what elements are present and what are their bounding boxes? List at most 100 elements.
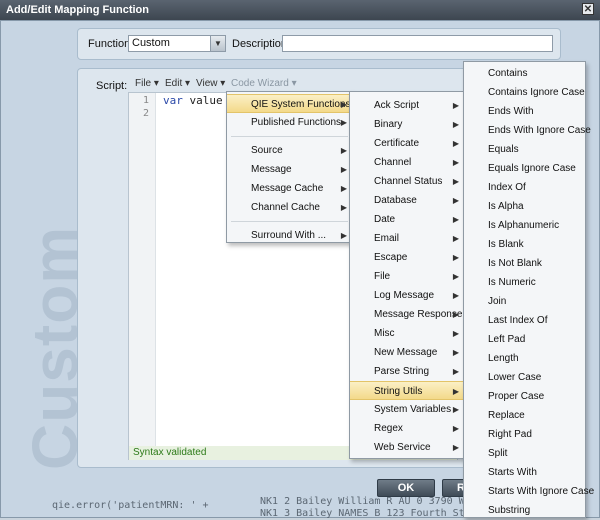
menu-item-binary[interactable]: Binary ▶ [350,115,464,134]
menu-item-date[interactable]: Date ▶ [350,210,464,229]
menu-item-label: Escape [374,252,408,263]
menu-item-qie-system-functions[interactable]: QIE System Functions ▶ [227,94,352,113]
menu-item-parse-string[interactable]: Parse String ▶ [350,362,464,381]
menu-item-lower-case[interactable]: Lower Case [464,368,585,387]
menu-item-label: File [374,271,391,282]
menu-item-escape[interactable]: Escape ▶ [350,248,464,267]
function-select[interactable]: Custom ▼ [128,35,226,52]
menu-item-is-not-blank[interactable]: Is Not Blank [464,254,585,273]
menu-item-last-index-of[interactable]: Last Index Of [464,311,585,330]
menu-item-label: Channel [374,157,412,168]
menu-item-label: Equals [488,144,519,155]
description-input[interactable] [282,35,553,52]
menu-item-ends-with[interactable]: Ends With [464,102,585,121]
menu-item-misc[interactable]: Misc ▶ [350,324,464,343]
menu-item-channel-cache[interactable]: Channel Cache ▶ [227,198,352,217]
menu-item-file[interactable]: File ▶ [350,267,464,286]
menu-item-label: Ends With Ignore Case [488,125,591,136]
menu-item-label: Is Blank [488,239,524,250]
menu-item-starts-with-ignore-case[interactable]: Starts With Ignore Case [464,482,594,501]
menu-item-label: QIE System Functions [251,99,351,110]
menu-item-label: Message [251,164,292,175]
menu-item-database[interactable]: Database ▶ [350,191,464,210]
menu-item-message-response[interactable]: Message Response ▶ [350,305,464,324]
menu-item-label: Is Alphanumeric [488,220,560,231]
menu-item-channel[interactable]: Channel ▶ [350,153,464,172]
submenu-arrow-icon: ▶ [452,120,459,129]
ok-button[interactable]: OK [377,479,435,497]
line-gutter: 1 2 [129,93,156,459]
menu-item-certificate[interactable]: Certificate ▶ [350,134,464,153]
menu-item-label: Is Alpha [488,201,524,212]
close-icon[interactable]: ✕ [582,3,594,15]
menu-item-ends-with-ignore-case[interactable]: Ends With Ignore Case [464,121,591,140]
string-utils-menu: Contains Contains Ignore Case Ends With End… [463,61,594,520]
menu-item-is-alpha[interactable]: Is Alpha [464,197,585,216]
menu-item-label: Parse String [374,366,430,377]
menu-item-label: Left Pad [488,334,526,345]
editor-menu-edit[interactable]: Edit ▾ [165,78,190,89]
menu-item-surround-with[interactable]: Surround With ... ▶ [227,226,352,245]
menu-item-label: Right Pad [488,429,532,440]
menu-item-regex[interactable]: Regex ▶ [350,419,464,438]
menu-item-message-cache[interactable]: Message Cache ▶ [227,179,352,198]
menu-item-email[interactable]: Email ▶ [350,229,464,248]
menu-item-join[interactable]: Join [464,292,585,311]
menu-item-contains-ignore-case[interactable]: Contains Ignore Case [464,83,585,102]
menu-item-string-utils[interactable]: String Utils ▶ [350,381,464,400]
submenu-arrow-icon: ▶ [452,348,459,357]
menu-item-equals-ignore-case[interactable]: Equals Ignore Case [464,159,585,178]
menu-item-proper-case[interactable]: Proper Case [464,387,585,406]
menu-item-new-message[interactable]: New Message ▶ [350,343,464,362]
editor-menu-file[interactable]: File ▾ [135,78,159,89]
submenu-arrow-icon: ▶ [452,443,459,452]
menu-item-length[interactable]: Length [464,349,585,368]
menu-item-equals[interactable]: Equals [464,140,585,159]
chevron-down-icon[interactable]: ▼ [210,36,225,51]
submenu-arrow-icon: ▶ [340,146,347,155]
menu-item-split[interactable]: Split [464,444,585,463]
menu-item-starts-with[interactable]: Starts With [464,463,585,482]
menu-item-is-blank[interactable]: Is Blank [464,235,585,254]
menu-item-is-numeric[interactable]: Is Numeric [464,273,585,292]
menu-item-right-pad[interactable]: Right Pad [464,425,585,444]
menu-item-channel-status[interactable]: Channel Status ▶ [350,172,464,191]
submenu-arrow-icon: ▶ [452,139,459,148]
menu-item-message[interactable]: Message ▶ [227,160,352,179]
submenu-arrow-icon: ▶ [452,405,459,414]
menu-item-label: Ends With [488,106,534,117]
script-label: Script: [96,80,128,92]
menu-item-label: Message Cache [251,183,324,194]
menu-item-contains[interactable]: Contains [464,64,585,83]
submenu-arrow-icon: ▶ [452,253,459,262]
editor-menu-view[interactable]: View ▾ [196,78,225,89]
menu-item-left-pad[interactable]: Left Pad [464,330,585,349]
submenu-arrow-icon: ▶ [340,165,347,174]
menu-item-system-variables[interactable]: System Variables ▶ [350,400,464,419]
submenu-arrow-icon: ▶ [452,310,459,319]
submenu-arrow-icon: ▶ [452,196,459,205]
menu-item-label: Date [374,214,396,225]
menu-item-replace[interactable]: Replace [464,406,585,425]
menu-item-label: Binary [374,119,403,130]
menu-item-label: Lower Case [488,372,542,383]
menu-item-index-of[interactable]: Index Of [464,178,585,197]
submenu-arrow-icon: ▶ [452,158,459,167]
menu-item-label: Is Numeric [488,277,536,288]
submenu-arrow-icon: ▶ [340,203,347,212]
menu-item-published-functions[interactable]: Published Functions ▶ [227,113,352,132]
menu-item-ack-script[interactable]: Ack Script ▶ [350,96,464,115]
submenu-arrow-icon: ▶ [452,424,459,433]
menu-item-log-message[interactable]: Log Message ▶ [350,286,464,305]
menu-item-source[interactable]: Source ▶ [227,141,352,160]
menu-item-label: Email [374,233,400,244]
menu-item-is-alphanumeric[interactable]: Is Alphanumeric [464,216,585,235]
editor-menu-code-wizard[interactable]: Code Wizard ▾ [231,78,297,89]
menu-item-web-service[interactable]: Web Service ▶ [350,438,464,457]
function-select-value: Custom [132,37,170,49]
window-title: Add/Edit Mapping Function [6,4,149,16]
line-number: 1 [142,95,149,106]
menu-item-label: Equals Ignore Case [488,163,576,174]
menu-item-label: Log Message [374,290,435,301]
menu-item-substring[interactable]: Substring [464,501,585,520]
